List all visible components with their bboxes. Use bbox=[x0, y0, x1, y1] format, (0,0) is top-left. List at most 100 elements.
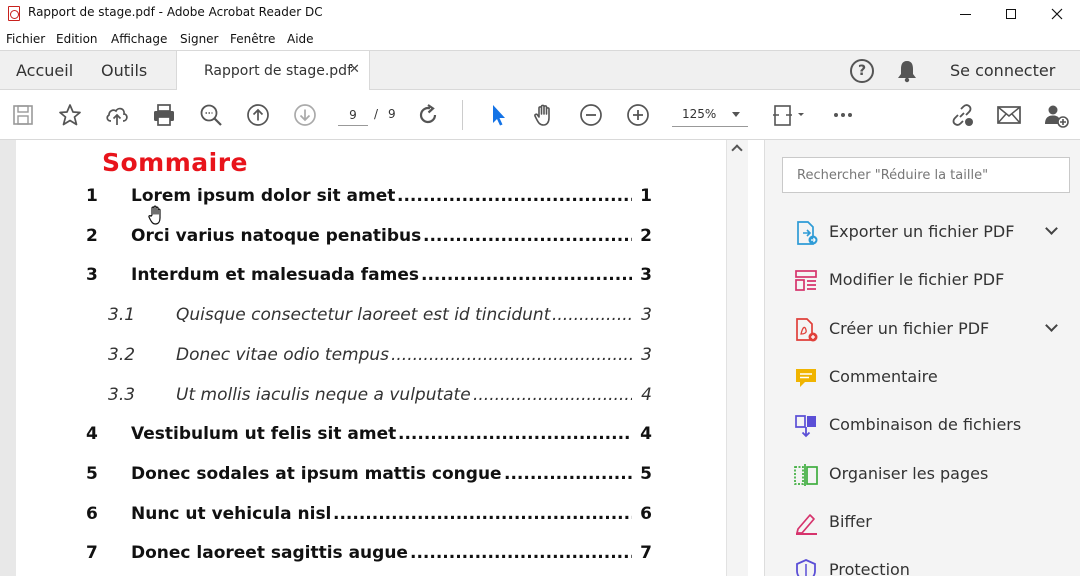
tool-item-export-pdf[interactable]: Exporter un fichier PDF bbox=[765, 212, 1080, 252]
protect-icon bbox=[793, 558, 819, 576]
document-viewer[interactable]: Sommaire 1 Lorem ipsum dolor sit amet 1...… bbox=[0, 140, 748, 576]
tool-item-label: Organiser les pages bbox=[829, 464, 989, 483]
tools-panel: Rechercher "Réduire la taille" Exporter … bbox=[764, 140, 1080, 576]
tool-item-label: Biffer bbox=[829, 512, 872, 531]
zoom-value: 125% bbox=[682, 107, 717, 121]
tool-item-protect[interactable]: Protection bbox=[765, 550, 1080, 576]
print-icon[interactable] bbox=[151, 102, 177, 128]
toc-entry[interactable]: 4 Vestibulum ut felis sit amet 4..........… bbox=[16, 424, 726, 450]
help-icon[interactable]: ? bbox=[850, 59, 874, 83]
toc-entry-label: Lorem ipsum dolor sit amet bbox=[131, 186, 396, 206]
link-icon[interactable] bbox=[949, 102, 975, 128]
toc-entry[interactable]: 2 Orci varius natoque penatibus 2.........… bbox=[16, 226, 726, 252]
mail-icon[interactable] bbox=[996, 102, 1022, 128]
toc-entry-label: Donec vitae odio tempus bbox=[176, 345, 390, 365]
sign-in-button[interactable]: Se connecter bbox=[950, 61, 1055, 80]
menu-bar: Fichier Edition Affichage Signer Fenêtre… bbox=[0, 28, 1080, 50]
toc-entry-page: 5 bbox=[640, 464, 652, 484]
menu-fichier[interactable]: Fichier bbox=[6, 32, 45, 46]
tool-item-label: Commentaire bbox=[829, 367, 938, 386]
hand-tool-icon[interactable] bbox=[531, 102, 557, 128]
window-title: Rapport de stage.pdf - Adobe Acrobat Rea… bbox=[28, 5, 323, 19]
tool-item-create-pdf[interactable]: Créer un fichier PDF bbox=[765, 309, 1080, 349]
upload-cloud-icon[interactable] bbox=[104, 102, 130, 128]
title-bar: Rapport de stage.pdf - Adobe Acrobat Rea… bbox=[0, 0, 1080, 28]
toc-entry-page: 4 bbox=[640, 424, 652, 444]
toc-entry-number: 4 bbox=[86, 424, 98, 444]
organize-pages-icon bbox=[793, 462, 819, 488]
tool-item-label: Combinaison de fichiers bbox=[829, 415, 1022, 434]
toc-entry-label: Orci varius natoque penatibus bbox=[131, 226, 422, 246]
toc-entry[interactable]: 6 Nunc ut vehicula nisl 6.................… bbox=[16, 504, 726, 530]
page-separator: / bbox=[374, 107, 379, 121]
chevron-down-icon[interactable] bbox=[1045, 319, 1058, 332]
more-icon[interactable] bbox=[830, 102, 856, 128]
pdf-page: Sommaire 1 Lorem ipsum dolor sit amet 1...… bbox=[16, 140, 726, 576]
combine-files-icon bbox=[793, 413, 819, 439]
select-cursor-icon[interactable] bbox=[485, 102, 511, 128]
acrobat-app-icon bbox=[8, 6, 20, 21]
toc-entry-label: Donec sodales at ipsum mattis congue bbox=[131, 464, 502, 484]
toc-entry[interactable]: 3 Interdum et malesuada fames 3...........… bbox=[16, 265, 726, 291]
toc-entry-number: 3.1 bbox=[108, 305, 136, 325]
toc-entry-label: Donec laoreet sagittis augue bbox=[131, 543, 408, 563]
toc-entry-page: 6 bbox=[640, 504, 652, 524]
toc-dot-leader: ........................................… bbox=[398, 424, 632, 444]
toc-entry-number: 3 bbox=[86, 265, 98, 285]
toc-dot-leader: ........................................… bbox=[397, 186, 632, 206]
maximize-button[interactable] bbox=[988, 0, 1034, 28]
search-zoom-icon[interactable] bbox=[198, 102, 224, 128]
vertical-scrollbar[interactable] bbox=[726, 140, 748, 576]
add-user-icon[interactable] bbox=[1043, 102, 1069, 128]
toc-entry-number: 6 bbox=[86, 504, 98, 524]
save-icon[interactable] bbox=[10, 102, 36, 128]
chevron-down-icon[interactable] bbox=[1045, 222, 1058, 235]
page-down-icon[interactable] bbox=[292, 102, 318, 128]
zoom-in-icon[interactable] bbox=[625, 102, 651, 128]
page-up-icon[interactable] bbox=[245, 102, 271, 128]
close-window-button[interactable] bbox=[1034, 0, 1080, 28]
tool-search-placeholder: Rechercher "Réduire la taille" bbox=[797, 168, 989, 183]
toc-entry-number: 5 bbox=[86, 464, 98, 484]
tool-item-combine-files[interactable]: Combinaison de fichiers bbox=[765, 405, 1080, 445]
rotate-icon[interactable] bbox=[415, 102, 441, 128]
toc-entry-label: Nunc ut vehicula nisl bbox=[131, 504, 332, 524]
tool-item-edit-pdf[interactable]: Modifier le fichier PDF bbox=[765, 260, 1080, 300]
notification-bell-icon[interactable] bbox=[896, 59, 918, 83]
zoom-out-icon[interactable] bbox=[578, 102, 604, 128]
tool-item-redact[interactable]: Biffer bbox=[765, 502, 1080, 542]
toc-entry[interactable]: 7 Donec laoreet sagittis augue 7..........… bbox=[16, 543, 726, 569]
minimize-button[interactable] bbox=[942, 0, 988, 28]
menu-affichage[interactable]: Affichage bbox=[111, 32, 167, 46]
tab-bar: Accueil Outils Rapport de stage.pdf ✕ ? … bbox=[0, 50, 1080, 91]
tool-item-label: Modifier le fichier PDF bbox=[829, 270, 1005, 289]
menu-signer[interactable]: Signer bbox=[180, 32, 219, 46]
tool-search-input[interactable]: Rechercher "Réduire la taille" bbox=[782, 157, 1070, 193]
chevron-down-icon bbox=[732, 112, 740, 117]
toc-entry[interactable]: 3.1 Quisque consectetur laoreet est id ti… bbox=[16, 305, 726, 331]
menu-fenetre[interactable]: Fenêtre bbox=[230, 32, 275, 46]
menu-aide[interactable]: Aide bbox=[287, 32, 314, 46]
tool-item-organize-pages[interactable]: Organiser les pages bbox=[765, 454, 1080, 494]
fit-page-icon[interactable] bbox=[771, 102, 807, 128]
tab-close-icon[interactable]: ✕ bbox=[349, 62, 360, 77]
toc-entry-label: Interdum et malesuada fames bbox=[131, 265, 419, 285]
zoom-dropdown[interactable]: 125% bbox=[672, 103, 748, 127]
toc-entry[interactable]: 3.2 Donec vitae odio tempus 3.............… bbox=[16, 345, 726, 371]
menu-edition[interactable]: Edition bbox=[56, 32, 98, 46]
tab-document[interactable]: Rapport de stage.pdf ✕ bbox=[176, 51, 370, 91]
toc-entry-page: 7 bbox=[640, 543, 652, 563]
scroll-up-arrow-icon[interactable] bbox=[731, 144, 743, 156]
toc-dot-leader: ........................................… bbox=[552, 305, 632, 325]
toc-entry-page: 3 bbox=[641, 305, 652, 325]
tool-item-comment[interactable]: Commentaire bbox=[765, 357, 1080, 397]
tab-home[interactable]: Accueil bbox=[16, 61, 73, 80]
tab-tools[interactable]: Outils bbox=[101, 61, 147, 80]
toolbar-divider bbox=[462, 100, 463, 130]
toc-entry[interactable]: 1 Lorem ipsum dolor sit amet 1............… bbox=[16, 186, 726, 212]
toc-entry[interactable]: 3.3 Ut mollis iaculis neque a vulputate 4.… bbox=[16, 385, 726, 411]
bookmark-star-icon[interactable] bbox=[57, 102, 83, 128]
current-page-input[interactable]: 9 bbox=[338, 104, 368, 126]
toc-entry[interactable]: 5 Donec sodales at ipsum mattis congue 5..… bbox=[16, 464, 726, 490]
export-pdf-icon bbox=[793, 220, 819, 246]
